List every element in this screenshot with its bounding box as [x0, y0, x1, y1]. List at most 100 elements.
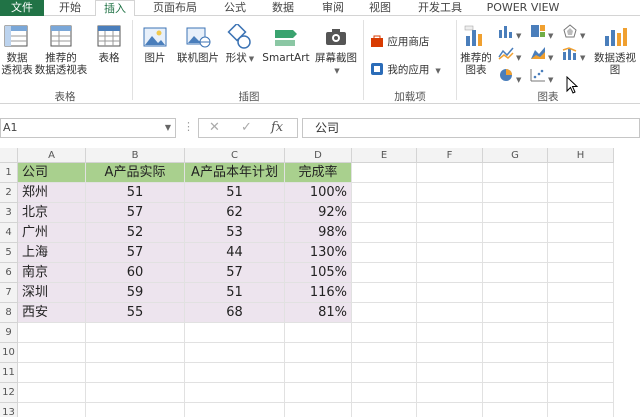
column-header-B[interactable]: B	[86, 148, 185, 163]
online-picture-button[interactable]: 联机图片	[174, 24, 222, 64]
app-store-button[interactable]: 应用商店	[370, 34, 429, 49]
tab-power-view[interactable]: POWER VIEW	[478, 0, 568, 16]
empty-cell[interactable]	[548, 183, 614, 203]
column-header-C[interactable]: C	[185, 148, 285, 163]
table-header-cell[interactable]: A产品本年计划	[185, 163, 285, 183]
radar-chart-button[interactable]: ▼	[562, 24, 585, 43]
combo-chart-button[interactable]: ▼	[562, 46, 585, 65]
table-cell[interactable]: 105%	[285, 263, 352, 283]
screenshot-button[interactable]: 屏幕截图 ▼	[312, 24, 360, 77]
pie-chart-button[interactable]: ▼	[498, 68, 521, 87]
table-button[interactable]: 表格	[92, 24, 126, 64]
empty-cell[interactable]	[483, 163, 548, 183]
table-cell[interactable]: 53	[185, 223, 285, 243]
cancel-icon[interactable]: ✕	[209, 120, 220, 135]
pivot-table-button[interactable]: 数据 透视表	[0, 24, 34, 76]
tab-formulas[interactable]: 公式	[215, 0, 255, 16]
empty-cell[interactable]	[548, 343, 614, 363]
row-header-5[interactable]: 5	[0, 243, 18, 263]
picture-button[interactable]: 图片	[136, 24, 174, 64]
empty-cell[interactable]	[483, 203, 548, 223]
table-cell[interactable]: 西安	[18, 303, 86, 323]
empty-cell[interactable]	[548, 283, 614, 303]
empty-cell[interactable]	[352, 403, 417, 417]
recommended-charts-button[interactable]: 推荐的 图表	[458, 24, 494, 76]
formula-input[interactable]: 公司	[302, 118, 640, 138]
empty-cell[interactable]	[417, 323, 483, 343]
table-cell[interactable]: 51	[86, 183, 185, 203]
column-header-F[interactable]: F	[417, 148, 483, 163]
table-cell[interactable]: 130%	[285, 243, 352, 263]
empty-cell[interactable]	[483, 403, 548, 417]
column-header-G[interactable]: G	[483, 148, 548, 163]
row-header-2[interactable]: 2	[0, 183, 18, 203]
empty-cell[interactable]	[352, 203, 417, 223]
empty-cell[interactable]	[285, 343, 352, 363]
empty-cell[interactable]	[548, 363, 614, 383]
empty-cell[interactable]	[352, 363, 417, 383]
empty-cell[interactable]	[417, 263, 483, 283]
table-cell[interactable]: 44	[185, 243, 285, 263]
empty-cell[interactable]	[548, 323, 614, 343]
line-chart-button[interactable]: ▼	[498, 46, 521, 65]
empty-cell[interactable]	[417, 363, 483, 383]
empty-cell[interactable]	[417, 203, 483, 223]
tab-developer[interactable]: 开发工具	[410, 0, 470, 16]
table-cell[interactable]: 57	[185, 263, 285, 283]
recommended-pivot-button[interactable]: 推荐的 数据透视表	[32, 24, 90, 76]
tab-insert[interactable]: 插入	[95, 0, 135, 17]
tab-view[interactable]: 视图	[360, 0, 400, 16]
table-cell[interactable]: 59	[86, 283, 185, 303]
empty-cell[interactable]	[417, 183, 483, 203]
empty-cell[interactable]	[185, 383, 285, 403]
tab-data[interactable]: 数据	[263, 0, 303, 16]
table-header-cell[interactable]: 完成率	[285, 163, 352, 183]
table-cell[interactable]: 62	[185, 203, 285, 223]
table-cell[interactable]: 81%	[285, 303, 352, 323]
column-header-E[interactable]: E	[352, 148, 417, 163]
empty-cell[interactable]	[352, 283, 417, 303]
empty-cell[interactable]	[483, 303, 548, 323]
empty-cell[interactable]	[548, 303, 614, 323]
empty-cell[interactable]	[86, 323, 185, 343]
empty-cell[interactable]	[352, 243, 417, 263]
scatter-chart-button[interactable]: ▼	[530, 68, 553, 87]
empty-cell[interactable]	[185, 403, 285, 417]
empty-cell[interactable]	[483, 383, 548, 403]
empty-cell[interactable]	[483, 323, 548, 343]
my-apps-button[interactable]: 我的应用 ▼	[370, 62, 441, 78]
table-cell[interactable]: 南京	[18, 263, 86, 283]
table-cell[interactable]: 57	[86, 243, 185, 263]
empty-cell[interactable]	[352, 323, 417, 343]
empty-cell[interactable]	[18, 363, 86, 383]
empty-cell[interactable]	[548, 243, 614, 263]
table-cell[interactable]: 68	[185, 303, 285, 323]
row-header-9[interactable]: 9	[0, 323, 18, 343]
empty-cell[interactable]	[86, 383, 185, 403]
empty-cell[interactable]	[417, 223, 483, 243]
row-header-11[interactable]: 11	[0, 363, 18, 383]
name-box[interactable]: A1 ▼	[0, 118, 176, 138]
empty-cell[interactable]	[483, 343, 548, 363]
row-header-12[interactable]: 12	[0, 383, 18, 403]
tab-page-layout[interactable]: 页面布局	[145, 0, 205, 16]
empty-cell[interactable]	[352, 223, 417, 243]
table-cell[interactable]: 51	[185, 283, 285, 303]
smartart-button[interactable]: SmartArt	[260, 24, 312, 64]
table-header-cell[interactable]: 公司	[18, 163, 86, 183]
empty-cell[interactable]	[548, 263, 614, 283]
empty-cell[interactable]	[18, 323, 86, 343]
row-header-1[interactable]: 1	[0, 163, 18, 183]
tab-review[interactable]: 审阅	[313, 0, 353, 16]
empty-cell[interactable]	[352, 163, 417, 183]
empty-cell[interactable]	[483, 243, 548, 263]
table-cell[interactable]: 52	[86, 223, 185, 243]
empty-cell[interactable]	[483, 363, 548, 383]
empty-cell[interactable]	[285, 383, 352, 403]
table-cell[interactable]: 116%	[285, 283, 352, 303]
column-header-D[interactable]: D	[285, 148, 352, 163]
select-all-corner[interactable]	[0, 148, 18, 163]
row-header-3[interactable]: 3	[0, 203, 18, 223]
row-header-10[interactable]: 10	[0, 343, 18, 363]
empty-cell[interactable]	[483, 223, 548, 243]
